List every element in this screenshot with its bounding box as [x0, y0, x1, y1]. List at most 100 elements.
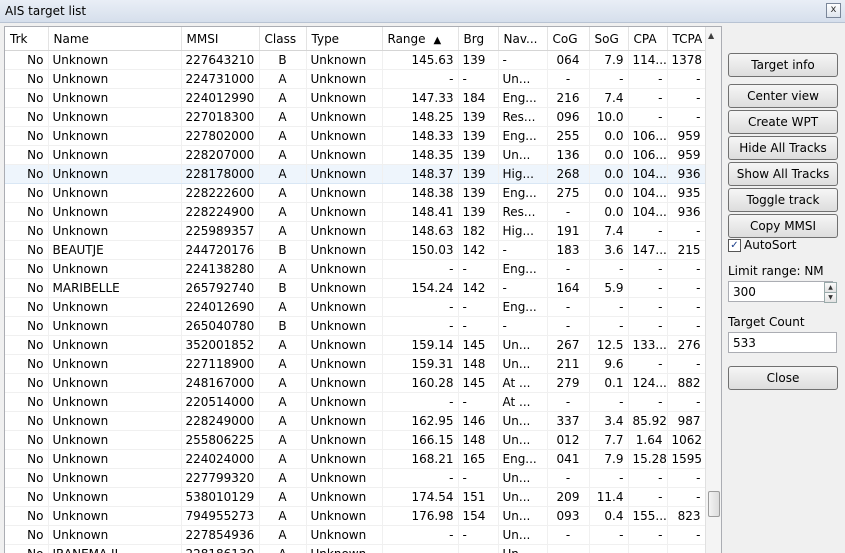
close-button[interactable]: Close [728, 366, 838, 390]
hide-all-tracks-button[interactable]: Hide All Tracks [728, 136, 838, 160]
ais-target-list-window: AIS target list x Trk Name MMSI Class Ty… [0, 0, 845, 553]
table-row[interactable]: No Unknown 352001852 A Unknown 159.14 145 Un...… [5, 335, 706, 355]
create-wpt-button[interactable]: Create WPT [728, 110, 838, 134]
cell-range: 145.63 [382, 50, 459, 70]
cell-tcpa: - [667, 88, 706, 108]
cell-class: A [259, 183, 307, 203]
close-icon[interactable]: x [826, 3, 841, 18]
cell-mmsi: 265040780 [181, 316, 260, 336]
title-bar[interactable]: AIS target list x [0, 0, 845, 23]
cell-type: Unknown [306, 50, 383, 70]
col-header-mmsi[interactable]: MMSI [181, 27, 260, 51]
cell-sog: 0.0 [589, 126, 629, 146]
cell-brg: 142 [458, 240, 499, 260]
cell-class: A [259, 392, 307, 412]
table-row[interactable]: No Unknown 248167000 A Unknown 160.28 145 At ..… [5, 373, 706, 393]
cell-trk: No [5, 392, 49, 412]
cell-class: A [259, 145, 307, 165]
table-row[interactable]: No Unknown 227118900 A Unknown 159.31 148 Un...… [5, 354, 706, 374]
col-header-cpa[interactable]: CPA [628, 27, 668, 51]
cell-trk: No [5, 487, 49, 507]
cell-sog: 0.0 [589, 202, 629, 222]
target-info-button[interactable]: Target info [728, 53, 838, 77]
cell-range: 168.21 [382, 449, 459, 469]
col-header-cog[interactable]: CoG [547, 27, 590, 51]
target-list[interactable]: Trk Name MMSI Class Type Range ▲ Brg Nav.… [4, 26, 722, 553]
cell-range: - [382, 392, 459, 412]
cell-cog: 216 [547, 88, 590, 108]
col-header-class[interactable]: Class [259, 27, 307, 51]
col-header-brg[interactable]: Brg [458, 27, 499, 51]
cell-tcpa: 959 [667, 126, 706, 146]
cell-type: Unknown [306, 373, 383, 393]
table-row[interactable]: No Unknown 224138280 A Unknown - - Eng... - - - - [5, 259, 706, 279]
vertical-scrollbar[interactable]: ▲ [705, 27, 721, 553]
table-row[interactable]: No Unknown 227854936 A Unknown - - Un... - - - - [5, 525, 706, 545]
cell-cpa: 106... [628, 145, 668, 165]
table-row[interactable]: NoIRANEMA II228186130AUnknown--Un...---- [5, 544, 706, 553]
table-row[interactable]: No Unknown 265040780 B Unknown - - - - - - - [5, 316, 706, 336]
cell-cog: - [547, 316, 590, 336]
table-row[interactable]: No Unknown 794955273 A Unknown 176.98 154 Un...… [5, 506, 706, 526]
cell-name: Unknown [48, 506, 182, 526]
table-row[interactable]: No Unknown 227643210 B Unknown 145.63 139-064 7… [5, 50, 706, 70]
table-row[interactable]: No Unknown 228224900 A Unknown 148.41 139 Res..… [5, 202, 706, 222]
cell-tcpa: - [667, 69, 706, 89]
limit-range-input[interactable]: 300 [728, 281, 833, 302]
table-row[interactable]: No Unknown 228207000 A Unknown 148.35 139 Un...… [5, 145, 706, 165]
cell-nav: Eng... [498, 297, 548, 317]
table-row[interactable]: No Unknown 224024000 A Unknown 168.21 165 Eng..… [5, 449, 706, 469]
scroll-thumb[interactable] [708, 491, 720, 517]
cell-mmsi: 224012690 [181, 297, 260, 317]
toggle-track-button[interactable]: Toggle track [728, 188, 838, 212]
table-row[interactable]: No Unknown 220514000 A Unknown - - At ... - - - - [5, 392, 706, 412]
cell-sog: 0.1 [589, 373, 629, 393]
cell-cpa: 133... [628, 335, 668, 355]
cell-cog: 255 [547, 126, 590, 146]
cell-cog: 164 [547, 278, 590, 298]
col-header-sog[interactable]: SoG [589, 27, 629, 51]
scroll-up-icon[interactable]: ▲ [708, 31, 714, 40]
col-header-type[interactable]: Type [306, 27, 383, 51]
cell-trk: No [5, 278, 49, 298]
table-row[interactable]: No Unknown 228178000 A Unknown 148.37 139 Hig..… [5, 164, 706, 184]
cell-trk: No [5, 164, 49, 184]
table-row[interactable]: No Unknown 225989357 A Unknown 148.63 182 Hig..… [5, 221, 706, 241]
cell-name: BEAUTJE [48, 240, 182, 260]
center-view-button[interactable]: Center view [728, 84, 838, 108]
table-row[interactable]: No Unknown 255806225 A Unknown 166.15 148 Un...… [5, 430, 706, 450]
table-row[interactable]: No Unknown 224012990 A Unknown 147.33 184 Eng..… [5, 88, 706, 108]
cell-class: A [259, 411, 307, 431]
table-row[interactable]: No Unknown 538010129 A Unknown 174.54 151 Un...… [5, 487, 706, 507]
table-row[interactable]: No Unknown 228222600 A Unknown 148.38 139 Eng..… [5, 183, 706, 203]
table-row[interactable]: No Unknown 227799320 A Unknown - - Un... - - - - [5, 468, 706, 488]
table-row[interactable]: No Unknown 224731000 A Unknown - - Un... - - - - [5, 69, 706, 89]
table-row[interactable]: No Unknown 228249000 A Unknown 162.95 146 Un...… [5, 411, 706, 431]
cell-type: Unknown [306, 107, 383, 127]
show-all-tracks-button[interactable]: Show All Tracks [728, 162, 838, 186]
copy-mmsi-button[interactable]: Copy MMSI [728, 214, 838, 238]
table-row[interactable]: No BEAUTJE 244720176 B Unknown 150.03 142-183 3… [5, 240, 706, 260]
cell-range: 148.35 [382, 145, 459, 165]
cell-cog: 191 [547, 221, 590, 241]
cell-cpa: - [628, 107, 668, 127]
col-header-nav[interactable]: Nav... [498, 27, 548, 51]
col-header-name[interactable]: Name [48, 27, 182, 51]
autosort-label[interactable]: AutoSort [744, 238, 796, 252]
table-row[interactable]: No Unknown 227802000 A Unknown 148.33 139 Eng..… [5, 126, 706, 146]
table-row[interactable]: No Unknown 227018300 A Unknown 148.25 139 Res..… [5, 107, 706, 127]
cell-type: Unknown [306, 335, 383, 355]
col-header-range[interactable]: Range ▲ [382, 27, 459, 51]
cell-cpa: - [628, 487, 668, 507]
spin-down-icon[interactable]: ▼ [824, 292, 837, 303]
table-row[interactable]: No Unknown 224012690 A Unknown - - Eng... - - - - [5, 297, 706, 317]
autosort-checkbox[interactable]: ✓ [728, 239, 741, 252]
table-row[interactable]: No MARIBELLE 265792740 B Unknown 154.24 142-16… [5, 278, 706, 298]
cell-tcpa: 987 [667, 411, 706, 431]
cell-trk: No [5, 88, 49, 108]
cell-sog: - [589, 392, 629, 412]
cell-cog: - [547, 525, 590, 545]
col-header-trk[interactable]: Trk [5, 27, 49, 51]
col-header-tcpa[interactable]: TCPA [667, 27, 706, 51]
cell-trk: No [5, 449, 49, 469]
